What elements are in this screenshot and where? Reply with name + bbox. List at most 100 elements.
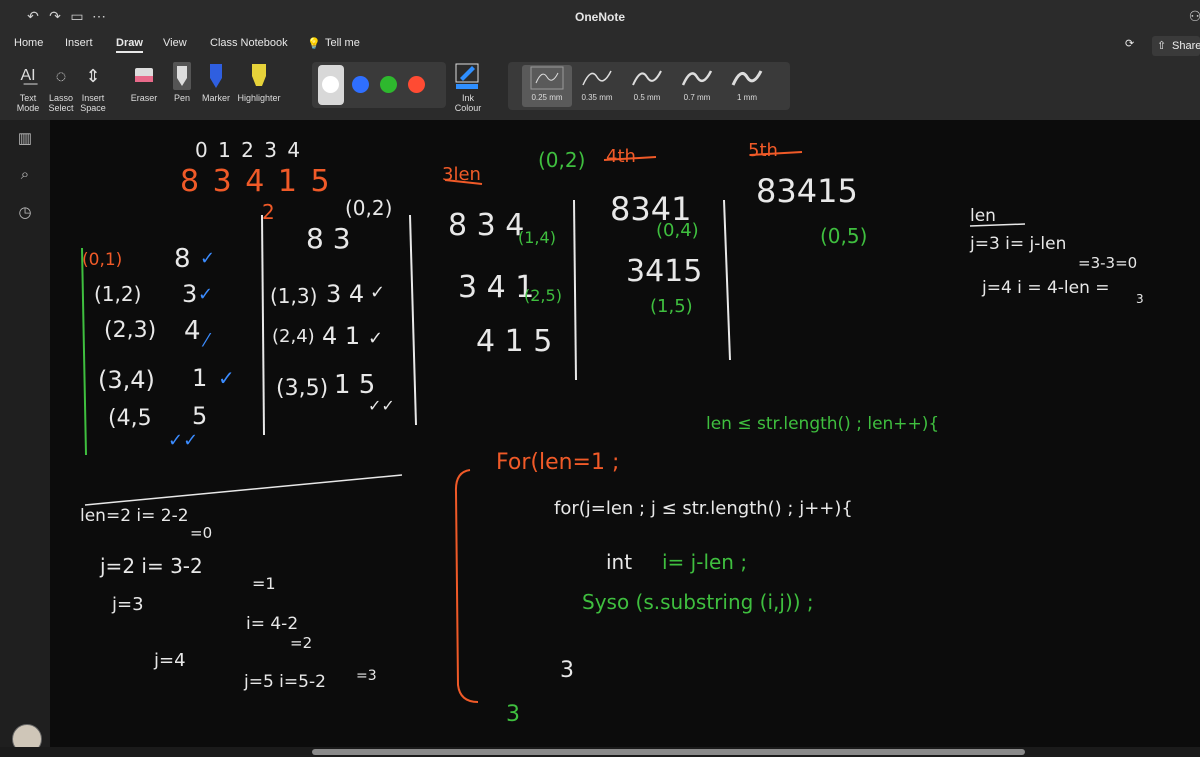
stroke-left-bar bbox=[81, 247, 87, 456]
ll-i42: i= 4-2 bbox=[246, 614, 299, 634]
sub-834: 8 3 4 bbox=[448, 208, 525, 243]
share-label: Share bbox=[1172, 40, 1200, 52]
char-8: 8 bbox=[174, 244, 191, 274]
notebooks-icon[interactable]: ▥ bbox=[14, 128, 36, 150]
index-row: 0 1 2 3 4 bbox=[195, 138, 303, 162]
pen-button[interactable]: Pen bbox=[166, 62, 198, 103]
thickness-07[interactable]: 0.7 mm bbox=[672, 65, 722, 107]
len4-label: 4th bbox=[606, 146, 636, 167]
code-outer-cond: len ≤ str.length() ; len++){ bbox=[706, 414, 940, 434]
eraser-icon bbox=[124, 62, 164, 90]
tab-insert[interactable]: Insert bbox=[65, 37, 93, 49]
title-bar: ↶ ↷ ▭ ⋯ OneNote ⚇ bbox=[0, 0, 1200, 34]
len3-label: 3len bbox=[442, 164, 481, 185]
sub-415: 4 1 5 bbox=[476, 324, 553, 359]
horizontal-scrollbar[interactable] bbox=[0, 747, 1200, 757]
color-red-swatch[interactable] bbox=[408, 76, 425, 93]
stroke-025-icon bbox=[530, 66, 564, 90]
color-white-swatch[interactable] bbox=[322, 76, 339, 93]
thickness-035[interactable]: 0.35 mm bbox=[572, 65, 622, 107]
share-button[interactable]: ⇧ Share bbox=[1152, 36, 1200, 56]
tab-view[interactable]: View bbox=[163, 37, 187, 49]
sub-3415: 3415 bbox=[626, 254, 703, 289]
color-blue-swatch[interactable] bbox=[352, 76, 369, 93]
insert-space-button[interactable]: ⇕ Insert Space bbox=[78, 62, 108, 113]
pair-34: (3,4) bbox=[98, 366, 155, 394]
thickness-05[interactable]: 0.5 mm bbox=[622, 65, 672, 107]
highlighter-button[interactable]: Highlighter bbox=[234, 62, 284, 103]
stroke-divider-1 bbox=[261, 214, 265, 436]
stroke-divider-4 bbox=[723, 199, 731, 361]
lasso-select-button[interactable]: ◌ Lasso Select bbox=[46, 62, 76, 113]
ink-colour-button[interactable]: Ink Colour bbox=[448, 62, 488, 113]
note-len: len bbox=[970, 206, 996, 226]
ll-j5: j=5 i=5-2 bbox=[244, 672, 326, 692]
tab-home[interactable]: Home bbox=[14, 37, 43, 49]
code-outer-close: 3 bbox=[506, 702, 520, 727]
eraser-button[interactable]: Eraser bbox=[124, 62, 164, 103]
note-j4-sub: 3 bbox=[1136, 292, 1144, 306]
sub-83415: 83415 bbox=[756, 172, 858, 210]
tell-me-search[interactable]: Tell me bbox=[325, 37, 360, 49]
check-c2-4: ✓✓ bbox=[368, 396, 395, 415]
pair-35: (3,5) bbox=[276, 376, 329, 401]
pair-04: (0,4) bbox=[656, 220, 699, 241]
sub-41: 4 1 bbox=[322, 322, 361, 350]
code-inner-close: 3 bbox=[560, 658, 574, 683]
sub-341: 3 4 1 bbox=[458, 270, 535, 305]
pair-02-label: (0,2) bbox=[345, 196, 393, 220]
code-i-assign: i= j-len ; bbox=[662, 550, 748, 574]
account-icon[interactable]: ⚇ bbox=[1186, 7, 1200, 25]
ll-eq1: =1 bbox=[252, 574, 276, 593]
text-mode-button[interactable]: A͟I Text Mode bbox=[12, 62, 44, 113]
ll-eq3: =3 bbox=[356, 668, 377, 684]
check-c2-2: ✓ bbox=[370, 282, 386, 303]
ll-j2: j=2 i= 3-2 bbox=[100, 554, 203, 578]
note-j3: j=3 i= j-len bbox=[970, 234, 1067, 254]
color-green-swatch[interactable] bbox=[380, 76, 397, 93]
check-1: ✓ bbox=[200, 248, 216, 269]
char-5: 5 bbox=[192, 402, 208, 430]
sub-83: 8 3 bbox=[306, 222, 351, 255]
check-2: ✓ bbox=[198, 284, 214, 305]
pair-25: (2,5) bbox=[524, 286, 562, 305]
share-icon: ⇧ bbox=[1157, 40, 1167, 52]
pen-icon bbox=[166, 62, 198, 90]
ink-colour-icon bbox=[448, 62, 488, 90]
code-inner-for: for(j=len ; j ≤ str.length() ; j++){ bbox=[554, 498, 853, 519]
left-sidebar: ▥ ⌕ ◷ bbox=[0, 120, 50, 757]
char-1: 1 bbox=[192, 364, 208, 392]
pair-02b-label: (0,2) bbox=[538, 148, 586, 172]
check-5: ✓✓ bbox=[168, 430, 199, 451]
sync-icon[interactable]: ⟳ bbox=[1125, 37, 1134, 50]
ll-eq0: =0 bbox=[190, 524, 213, 542]
recent-icon[interactable]: ◷ bbox=[14, 202, 36, 224]
notes-canvas[interactable]: 0 1 2 3 4 8 3 4 1 5 2 (0,2) 3len (0,2) 4… bbox=[50, 120, 1200, 747]
ll-eq2: =2 bbox=[290, 634, 313, 652]
tab-draw[interactable]: Draw bbox=[116, 37, 143, 53]
thickness-1[interactable]: 1 mm bbox=[722, 65, 772, 107]
thickness-025[interactable]: 0.25 mm bbox=[522, 65, 572, 107]
scrollbar-thumb[interactable] bbox=[312, 749, 1025, 755]
app-title: OneNote bbox=[574, 10, 625, 24]
lasso-icon: ◌ bbox=[55, 66, 67, 86]
len2-label: 2 bbox=[262, 200, 275, 224]
ll-j4: j=4 bbox=[154, 650, 186, 671]
len5-label: 5th bbox=[748, 140, 778, 161]
tab-class-notebook[interactable]: Class Notebook bbox=[210, 37, 288, 49]
code-int: int bbox=[606, 550, 633, 574]
note-j3-result: =3-3=0 bbox=[1078, 254, 1138, 272]
search-icon[interactable]: ⌕ bbox=[14, 164, 36, 186]
pair-24: (2,4) bbox=[272, 326, 315, 347]
pair-13: (1,3) bbox=[270, 284, 318, 308]
char-3: 3 bbox=[182, 280, 198, 308]
lightbulb-icon: 💡 bbox=[307, 38, 321, 50]
marker-button[interactable]: Marker bbox=[200, 62, 232, 103]
note-j4: j=4 i = 4-len = bbox=[982, 278, 1110, 298]
stroke-divider-2 bbox=[409, 214, 417, 426]
ll-j3: j=3 bbox=[112, 594, 144, 615]
code-syso: Syso (s.substring (i,j)) ; bbox=[582, 590, 814, 614]
highlighter-icon bbox=[234, 62, 284, 90]
thickness-picker: 0.25 mm 0.35 mm 0.5 mm 0.7 mm 1 mm bbox=[508, 62, 790, 110]
check-c2-3: ✓ bbox=[368, 328, 384, 349]
